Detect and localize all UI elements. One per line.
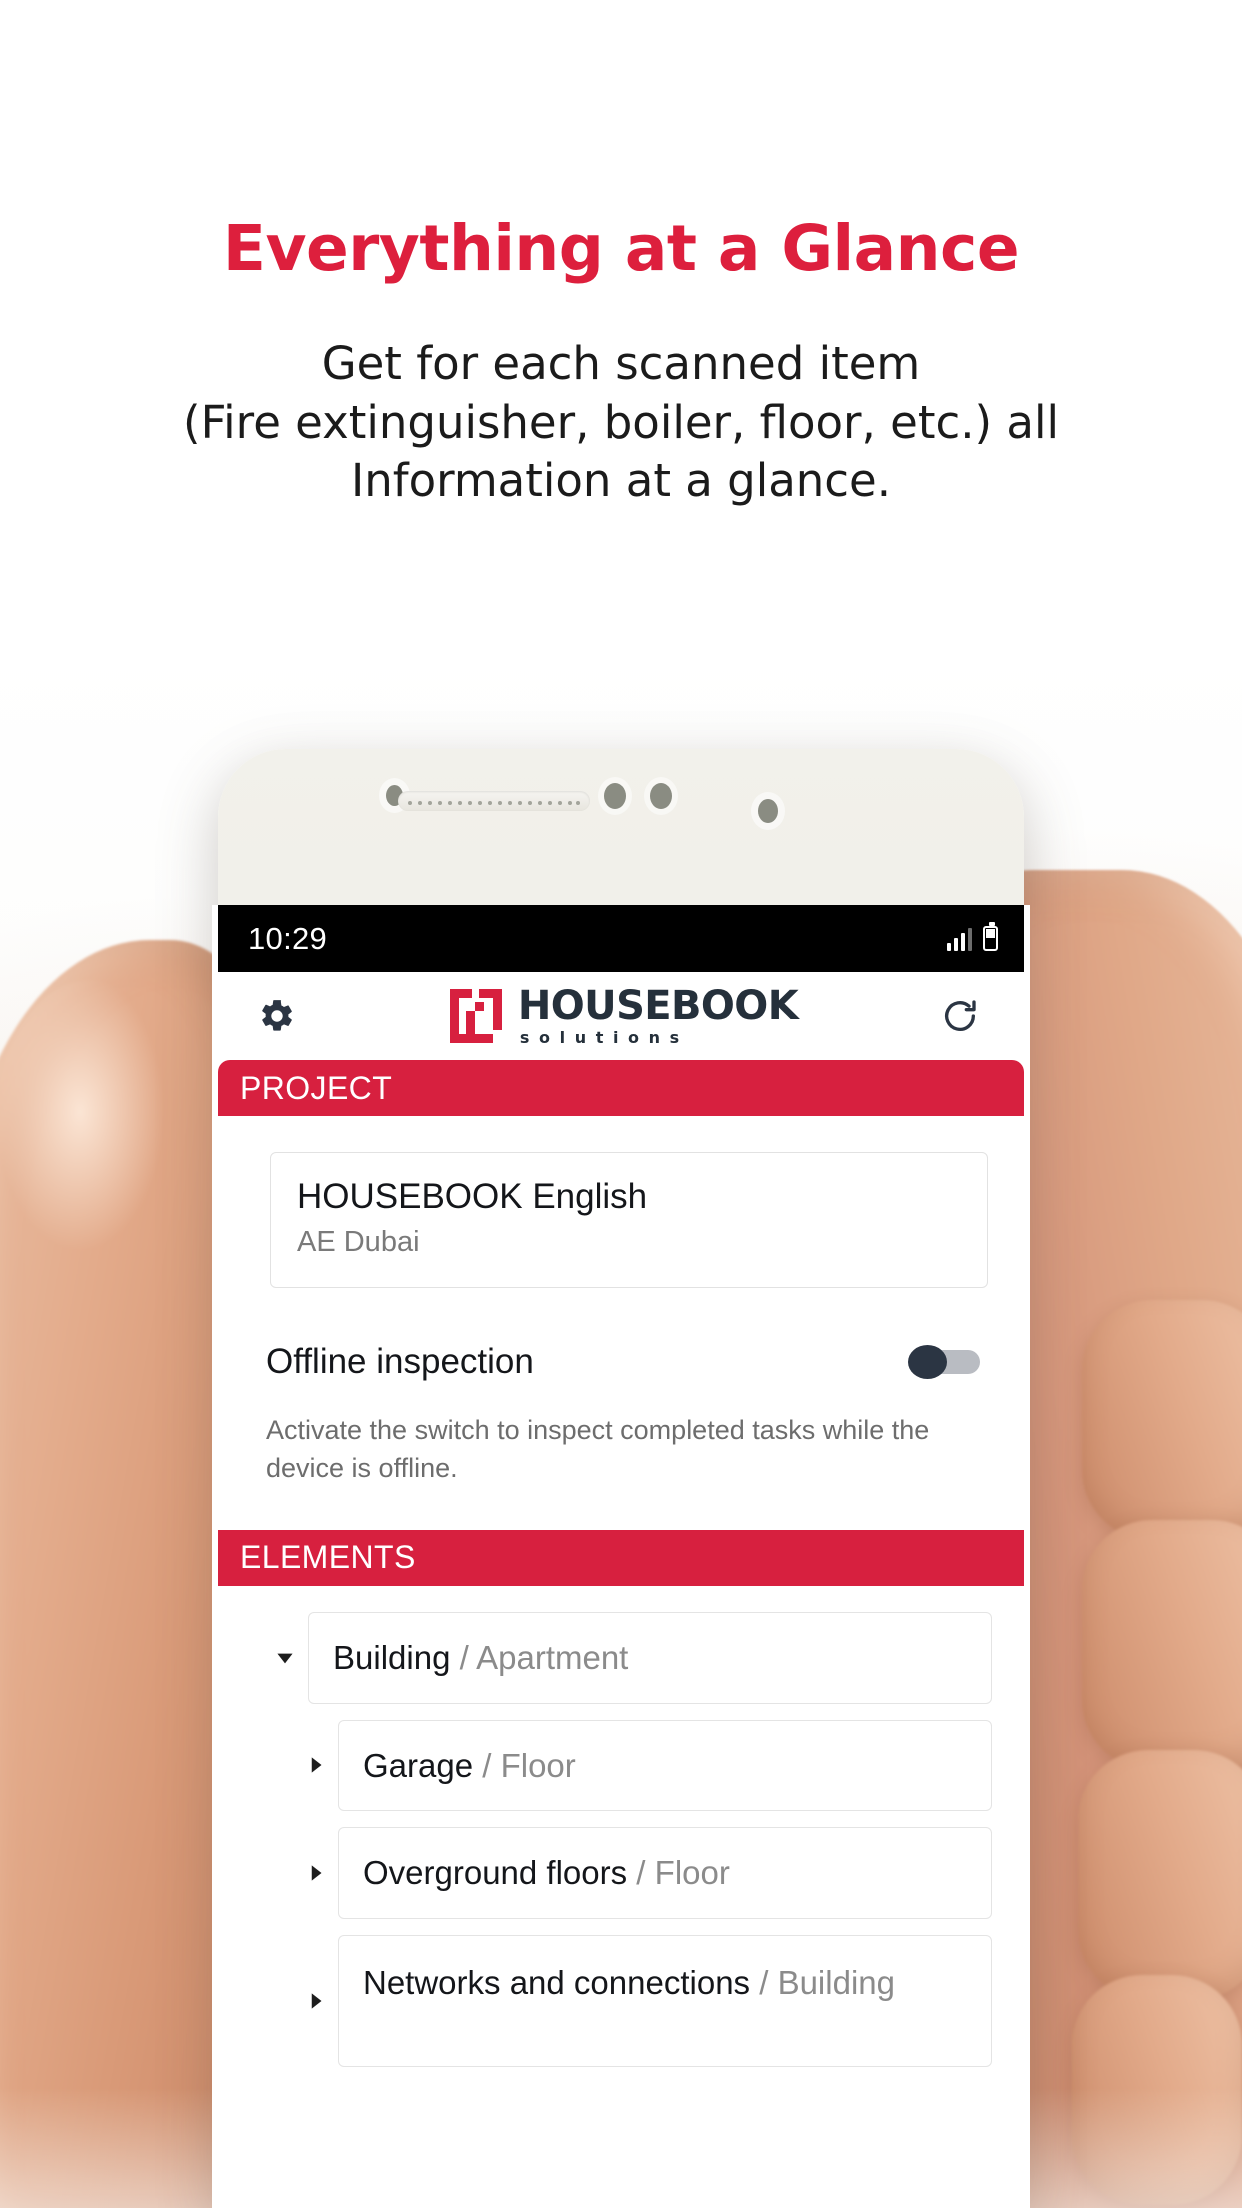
phone-device: 10:29 HOUSEBOOK solutions PROJECT HOUSEB…	[212, 749, 1030, 2208]
element-type: Floor	[654, 1854, 730, 1892]
chevron-right-icon[interactable]	[292, 1752, 338, 1778]
logo-wordmark: HOUSEBOOK	[517, 983, 799, 1029]
list-item[interactable]: Garage / Floor	[218, 1719, 1024, 1812]
promo-subtitle-line-3: Information at a glance.	[350, 454, 892, 507]
led-indicator-icon	[650, 783, 672, 809]
refresh-icon[interactable]	[940, 996, 980, 1036]
status-time: 10:29	[248, 920, 328, 956]
element-type: Building	[777, 1964, 895, 2002]
element-type: Floor	[500, 1746, 576, 1784]
offline-inspection-label: Offline inspection	[266, 1342, 534, 1381]
offline-inspection-description: Activate the switch to inspect completed…	[266, 1415, 930, 1483]
project-section-body: HOUSEBOOK English AE Dubai Offline inspe…	[218, 1152, 1024, 1530]
element-label: Building / Apartment	[333, 1637, 628, 1679]
housebook-logo: HOUSEBOOK solutions	[449, 983, 799, 1047]
offline-inspection-toggle[interactable]	[908, 1345, 980, 1379]
logo-subtitle: solutions	[519, 1028, 689, 1047]
promo-subtitle-line-2: (Fire extinguisher, boiler, floor, etc.)…	[183, 395, 1059, 449]
housebook-logo-mark	[449, 989, 502, 1043]
element-type-separator: /	[750, 1964, 778, 2002]
front-camera-icon	[758, 799, 778, 823]
project-card[interactable]: HOUSEBOOK English AE Dubai	[270, 1152, 988, 1288]
element-label: Networks and connections / Building	[363, 1962, 895, 2004]
element-label: Overground floors / Floor	[363, 1852, 730, 1894]
element-name: Overground floors	[363, 1854, 628, 1892]
list-item[interactable]: Overground floors / Floor	[218, 1827, 1024, 1920]
element-name: Garage	[363, 1746, 474, 1784]
finger-3	[1078, 1750, 1242, 2000]
status-bar: 10:29	[218, 905, 1024, 972]
elements-list: Building / Apartment Garage / Floor Over…	[218, 1585, 1024, 2068]
battery-icon	[983, 922, 998, 951]
cellular-signal-icon	[946, 927, 972, 951]
earpiece-speaker	[398, 791, 590, 811]
chevron-right-icon[interactable]	[292, 1860, 338, 1886]
offline-inspection-row[interactable]: Offline inspection	[266, 1342, 980, 1382]
page-title: Everything at a Glance	[222, 212, 1020, 285]
phone-top-bezel	[218, 749, 1024, 909]
element-card[interactable]: Building / Apartment	[308, 1611, 992, 1704]
list-item[interactable]: Networks and connections / Building	[218, 1935, 1024, 2068]
toggle-knob	[908, 1345, 947, 1379]
section-header-project: PROJECT	[218, 1060, 1024, 1116]
chevron-right-icon[interactable]	[292, 1988, 338, 2014]
finger-1	[1082, 1300, 1242, 1540]
element-type-separator: /	[473, 1746, 501, 1784]
element-card[interactable]: Garage / Floor	[338, 1719, 992, 1812]
finger-2	[1082, 1520, 1242, 1770]
element-card[interactable]: Networks and connections / Building	[338, 1935, 992, 2068]
app-bar: HOUSEBOOK solutions	[218, 972, 1024, 1060]
project-location: AE Dubai	[297, 1226, 420, 1258]
project-title: HOUSEBOOK English	[297, 1177, 648, 1216]
element-type: Apartment	[476, 1638, 629, 1676]
phone-screen: 10:29 HOUSEBOOK solutions PROJECT HOUSEB…	[212, 905, 1030, 2208]
promo-header: Everything at a Glance Get for each scan…	[0, 0, 1242, 511]
gear-icon[interactable]	[258, 997, 296, 1035]
section-header-elements: ELEMENTS	[218, 1529, 1024, 1586]
element-card[interactable]: Overground floors / Floor	[338, 1827, 992, 1920]
element-name: Networks and connections	[363, 1964, 751, 2002]
element-type-separator: /	[627, 1854, 655, 1892]
promo-subtitle-line-1: Get for each scanned item	[321, 337, 921, 390]
light-sensor-icon	[604, 783, 626, 809]
element-name: Building	[333, 1638, 451, 1676]
status-icons	[946, 922, 998, 951]
element-type-separator: /	[450, 1638, 477, 1676]
element-label: Garage / Floor	[363, 1745, 576, 1787]
promo-subtitle: Get for each scanned item (Fire extingui…	[0, 335, 1242, 511]
chevron-down-icon[interactable]	[262, 1645, 308, 1671]
list-item[interactable]: Building / Apartment	[218, 1611, 1024, 1704]
